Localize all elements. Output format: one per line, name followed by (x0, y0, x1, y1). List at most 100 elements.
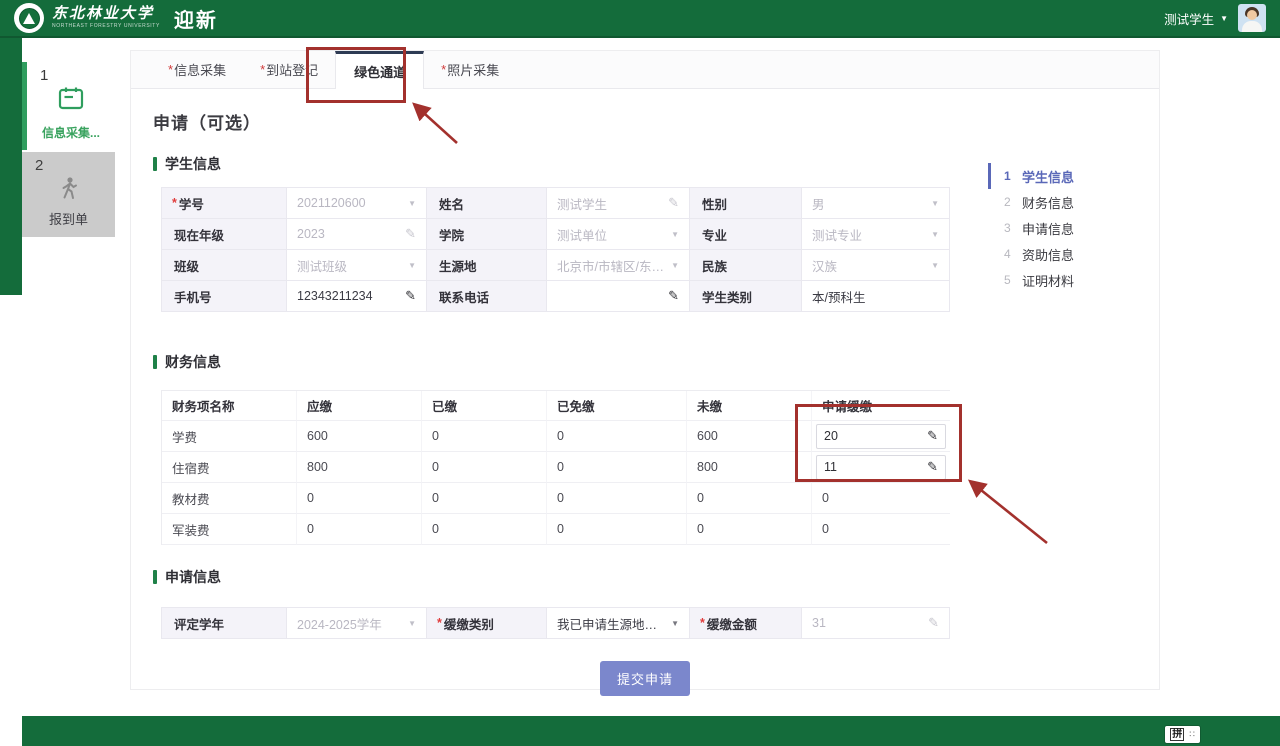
chevron-down-icon: ▼ (931, 261, 939, 270)
field-label: 现在年级 (162, 219, 287, 250)
field-label: 评定学年 (162, 608, 287, 639)
contact-phone-field[interactable]: ✎ (547, 281, 690, 312)
label-text: 姓名 (439, 194, 464, 213)
required-asterisk: * (260, 62, 265, 77)
field-label: *缓缴类别 (427, 608, 547, 639)
chevron-down-icon: ▼ (931, 230, 939, 239)
defer-amount-input[interactable]: 11 ✎ (816, 455, 946, 480)
edit-pencil-icon[interactable]: ✎ (405, 288, 416, 304)
nav-number: 1 (1004, 169, 1014, 183)
edit-pencil-icon: ✎ (405, 226, 416, 242)
finance-cell: 0 (297, 483, 422, 514)
field-value: 汉族 (812, 256, 837, 275)
university-name: 东北林业大学 (52, 7, 160, 23)
nav-number: 2 (1004, 195, 1014, 209)
section-accent-bar (153, 570, 157, 584)
field-label: 手机号 (162, 281, 287, 312)
edit-pencil-icon: ✎ (928, 615, 939, 631)
finance-cell: 0 (422, 421, 547, 452)
student-type-text: 本/预科生 (802, 281, 950, 312)
field-value: 我已申请生源地贷款 (557, 614, 665, 633)
field-value: 31 (812, 616, 826, 630)
section-title: 财务信息 (165, 352, 221, 372)
field-value: 2023 (297, 227, 325, 241)
field-value: 测试班级 (297, 256, 347, 275)
field-value: 12343211234 (297, 289, 373, 303)
field-label: 生源地 (427, 250, 547, 281)
nav-item-aid-info[interactable]: 4 资助信息 (988, 241, 1074, 267)
label-text: 班级 (174, 256, 199, 275)
label-text: 专业 (702, 225, 727, 244)
field-value: 2021120600 (297, 196, 366, 210)
chevron-down-icon: ▼ (408, 199, 416, 208)
label-text: 缓缴金额 (707, 614, 757, 633)
nav-item-student-info[interactable]: 1 学生信息 (988, 163, 1074, 189)
finance-cell: 11 ✎ (812, 452, 950, 483)
chevron-down-icon[interactable]: ▼ (671, 619, 679, 628)
tab-arrival-register[interactable]: * 到站登记 (243, 51, 335, 88)
tab-label: 照片采集 (447, 60, 499, 79)
label-text: 联系电话 (439, 287, 489, 306)
section-header-finance-info: 财务信息 (153, 352, 1159, 372)
nav-number: 3 (1004, 221, 1014, 235)
avatar-body (1242, 21, 1262, 32)
field-label: 专业 (690, 219, 802, 250)
edit-pencil-icon[interactable]: ✎ (927, 428, 938, 444)
nav-item-finance-info[interactable]: 2 财务信息 (988, 189, 1074, 215)
chevron-down-icon[interactable]: ▼ (1220, 14, 1228, 23)
step-number: 2 (35, 157, 43, 174)
required-asterisk: * (441, 62, 446, 77)
section-accent-bar (153, 355, 157, 369)
tree-icon (23, 13, 35, 24)
section-title: 申请信息 (165, 567, 221, 587)
field-value: 2024-2025学年 (297, 614, 382, 633)
ime-pinyin-badge: 拼 (1170, 728, 1184, 741)
application-info-form: 评定学年 2024-2025学年▼ *缓缴类别 我已申请生源地贷款▼ *缓缴金额… (161, 607, 950, 639)
edit-pencil-icon[interactable]: ✎ (927, 459, 938, 475)
college-select: 测试单位 ▼ (547, 219, 690, 250)
sidebar-step-checkin-form[interactable]: 2 报到单 (22, 152, 115, 237)
university-name-block: 东北林业大学 NORTHEAST FORESTRY UNIVERSITY (52, 7, 160, 29)
chevron-down-icon: ▼ (671, 230, 679, 239)
defer-type-select[interactable]: 我已申请生源地贷款 ▼ (547, 608, 690, 639)
section-title: 学生信息 (165, 154, 221, 174)
field-value: 测试单位 (557, 225, 607, 244)
sidebar-step-info-collect[interactable]: 1 信息采集... (22, 62, 115, 150)
nav-item-application-info[interactable]: 3 申请信息 (988, 215, 1074, 241)
submit-row: 提交申请 (131, 661, 1159, 696)
nav-label: 财务信息 (1022, 193, 1074, 212)
submit-application-button[interactable]: 提交申请 (600, 661, 690, 696)
tab-green-channel[interactable]: 绿色通道 (335, 51, 424, 89)
finance-cell: 20 ✎ (812, 421, 950, 452)
nav-item-proof-materials[interactable]: 5 证明材料 (988, 267, 1074, 293)
field-label: 姓名 (427, 188, 547, 219)
finance-cell: 0 (547, 421, 687, 452)
main-panel: * 信息采集 * 到站登记 绿色通道 * 照片采集 申请（可选） 学生信息 *学… (130, 50, 1160, 690)
tab-info-collect[interactable]: * 信息采集 (151, 51, 243, 88)
tab-photo-collect[interactable]: * 照片采集 (424, 51, 516, 88)
avatar[interactable] (1238, 4, 1266, 32)
field-value: 测试学生 (557, 194, 607, 213)
input-value: 11 (824, 460, 837, 474)
mobile-phone-field[interactable]: 12343211234 ✎ (287, 281, 427, 312)
user-menu-label[interactable]: 测试学生 (1164, 9, 1214, 28)
defer-amount-input[interactable]: 20 ✎ (816, 424, 946, 449)
student-info-form: *学号 2021120600▼ 姓名 测试学生✎ 性别 男▼ 现在年级 2023… (161, 187, 950, 312)
origin-place-select: 北京市/市辖区/东城区▼ (547, 250, 690, 281)
anchor-nav: 1 学生信息 2 财务信息 3 申请信息 4 资助信息 5 证明材料 (988, 163, 1074, 293)
finance-col-header: 应缴 (297, 391, 422, 421)
label-text: 民族 (702, 256, 727, 275)
section-accent-bar (153, 157, 157, 171)
required-asterisk: * (172, 196, 177, 210)
ime-indicator[interactable]: 拼 ∷ (1165, 726, 1200, 743)
tab-bar: * 信息采集 * 到站登记 绿色通道 * 照片采集 (131, 51, 1159, 89)
field-value: 测试专业 (812, 225, 862, 244)
edit-pencil-icon[interactable]: ✎ (668, 288, 679, 304)
step-sidebar: 1 信息采集... 2 报到单 (22, 38, 115, 716)
finance-table: 财务项名称 应缴 已缴 已免缴 未缴 申请缓缴 学费 600 0 0 600 2… (161, 390, 950, 545)
field-label: 班级 (162, 250, 287, 281)
avatar-face (1247, 10, 1257, 20)
field-label: 学生类别 (690, 281, 802, 312)
finance-col-header: 未缴 (687, 391, 812, 421)
chevron-down-icon: ▼ (931, 199, 939, 208)
